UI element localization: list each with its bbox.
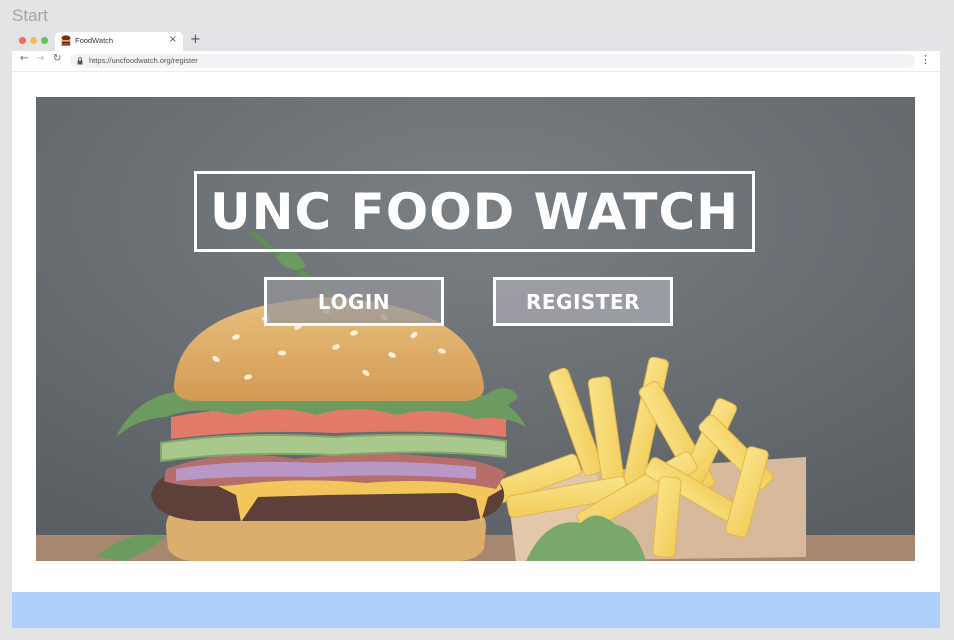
frame-label: Start bbox=[12, 6, 48, 25]
address-bar[interactable]: https://uncfoodwatch.org/register bbox=[70, 54, 915, 68]
close-window-button[interactable] bbox=[19, 37, 26, 44]
tab-close-icon[interactable]: × bbox=[169, 34, 177, 45]
forward-arrow-icon[interactable]: → bbox=[36, 53, 44, 64]
lock-icon bbox=[77, 57, 83, 65]
register-button[interactable]: REGISTER bbox=[493, 277, 673, 326]
login-button[interactable]: LOGIN bbox=[264, 277, 444, 326]
site-title-box: UNC FOOD WATCH bbox=[194, 171, 755, 252]
tab-foodwatch[interactable]: FoodWatch × bbox=[55, 32, 183, 51]
browser-toolbar: ← → ↻ https://uncfoodwatch.org/register … bbox=[12, 51, 940, 72]
hero-banner: UNC FOOD WATCH LOGIN REGISTER bbox=[36, 97, 915, 561]
site-title: UNC FOOD WATCH bbox=[210, 182, 739, 241]
back-arrow-icon[interactable]: ← bbox=[20, 53, 28, 64]
minimize-window-button[interactable] bbox=[30, 37, 37, 44]
burger-favicon-icon bbox=[61, 35, 71, 46]
browser-menu-icon[interactable]: ⋮ bbox=[920, 54, 931, 66]
reload-icon[interactable]: ↻ bbox=[53, 53, 61, 64]
tab-strip: FoodWatch × + bbox=[12, 29, 940, 51]
footer-bar bbox=[12, 592, 940, 628]
tab-title: FoodWatch bbox=[75, 36, 114, 45]
url-text: https://uncfoodwatch.org/register bbox=[89, 56, 198, 65]
maximize-window-button[interactable] bbox=[41, 37, 48, 44]
browser-window: FoodWatch × + ← → ↻ https://uncfoodwatch… bbox=[12, 29, 940, 628]
burger-and-fries-photo bbox=[36, 97, 915, 561]
new-tab-button[interactable]: + bbox=[190, 31, 201, 48]
